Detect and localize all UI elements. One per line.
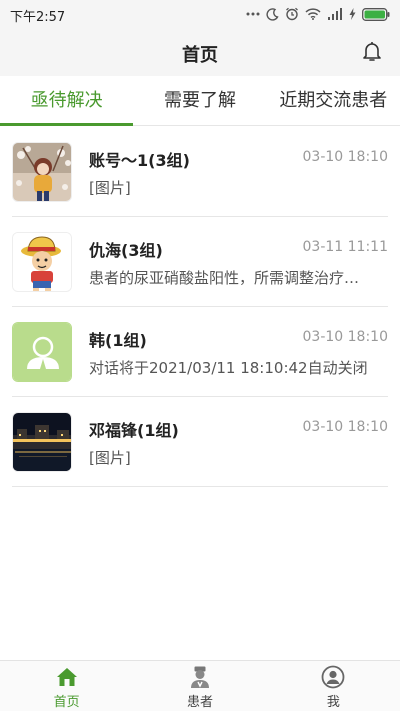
- conversation-name: 邓福锋(1组): [89, 421, 179, 440]
- conversation-time: 03-10 18:10: [302, 149, 388, 165]
- wifi-icon: [305, 8, 321, 20]
- tab-urgent[interactable]: 亟待解决: [0, 76, 134, 126]
- nav-me[interactable]: 我: [267, 661, 400, 711]
- night-city-avatar: [12, 412, 72, 472]
- status-bar: 下午2:57: [0, 0, 400, 28]
- tab-need-to-know[interactable]: 需要了解: [133, 76, 266, 125]
- profile-icon: [321, 665, 345, 689]
- cartoon-boy-avatar: [12, 232, 72, 292]
- app-header: 首页: [0, 28, 400, 76]
- alarm-icon: [285, 7, 299, 21]
- conversation-name: 韩(1组): [89, 331, 147, 350]
- conversation-preview: [图片]: [89, 179, 131, 197]
- nav-patients-label: 患者: [186, 695, 213, 710]
- nav-home[interactable]: 首页: [0, 661, 133, 711]
- bottom-nav: 首页 患者 我: [0, 660, 400, 711]
- battery-icon: [362, 7, 390, 21]
- notification-bell-icon[interactable]: [360, 39, 384, 63]
- conversation-name: 仇海(3组): [89, 241, 163, 260]
- anime-girl-avatar: [12, 142, 72, 202]
- conversation-name: 账号～1(3组): [89, 151, 190, 170]
- status-time: 下午2:57: [10, 10, 66, 25]
- conversation-list: 账号～1(3组) 03-10 18:10 [图片] 仇海(3组) 03-11 1…: [0, 127, 400, 487]
- conversation-row[interactable]: 账号～1(3组) 03-10 18:10 [图片]: [12, 127, 388, 217]
- tab-bar: 亟待解决 需要了解 近期交流患者: [0, 76, 400, 126]
- nav-home-label: 首页: [53, 695, 80, 710]
- signal-icon: [327, 8, 343, 20]
- status-icons: [246, 5, 390, 23]
- conversation-row[interactable]: 邓福锋(1组) 03-10 18:10 [图片]: [12, 397, 388, 487]
- conversation-time: 03-10 18:10: [302, 419, 388, 435]
- charging-icon: [349, 8, 356, 20]
- conversation-time: 03-11 11:11: [302, 239, 388, 255]
- tab-recent-patients[interactable]: 近期交流患者: [267, 76, 400, 125]
- nav-patients[interactable]: 患者: [133, 661, 266, 711]
- conversation-row[interactable]: 仇海(3组) 03-11 11:11 患者的尿亚硝酸盐阳性，所需调整治疗…: [12, 217, 388, 307]
- default-user-avatar: [12, 322, 72, 382]
- conversation-preview: 患者的尿亚硝酸盐阳性，所需调整治疗…: [89, 269, 360, 287]
- moon-icon: [266, 7, 279, 21]
- conversation-preview: [图片]: [89, 449, 131, 467]
- page-title: 首页: [182, 45, 218, 66]
- doctor-icon: [188, 665, 212, 689]
- more-dots-icon: [246, 12, 260, 16]
- conversation-row[interactable]: 韩(1组) 03-10 18:10 对话将于2021/03/11 18:10:4…: [12, 307, 388, 397]
- nav-me-label: 我: [326, 695, 340, 710]
- conversation-time: 03-10 18:10: [302, 329, 388, 345]
- home-icon: [55, 665, 79, 689]
- conversation-preview: 对话将于2021/03/11 18:10:42自动关闭: [89, 359, 368, 377]
